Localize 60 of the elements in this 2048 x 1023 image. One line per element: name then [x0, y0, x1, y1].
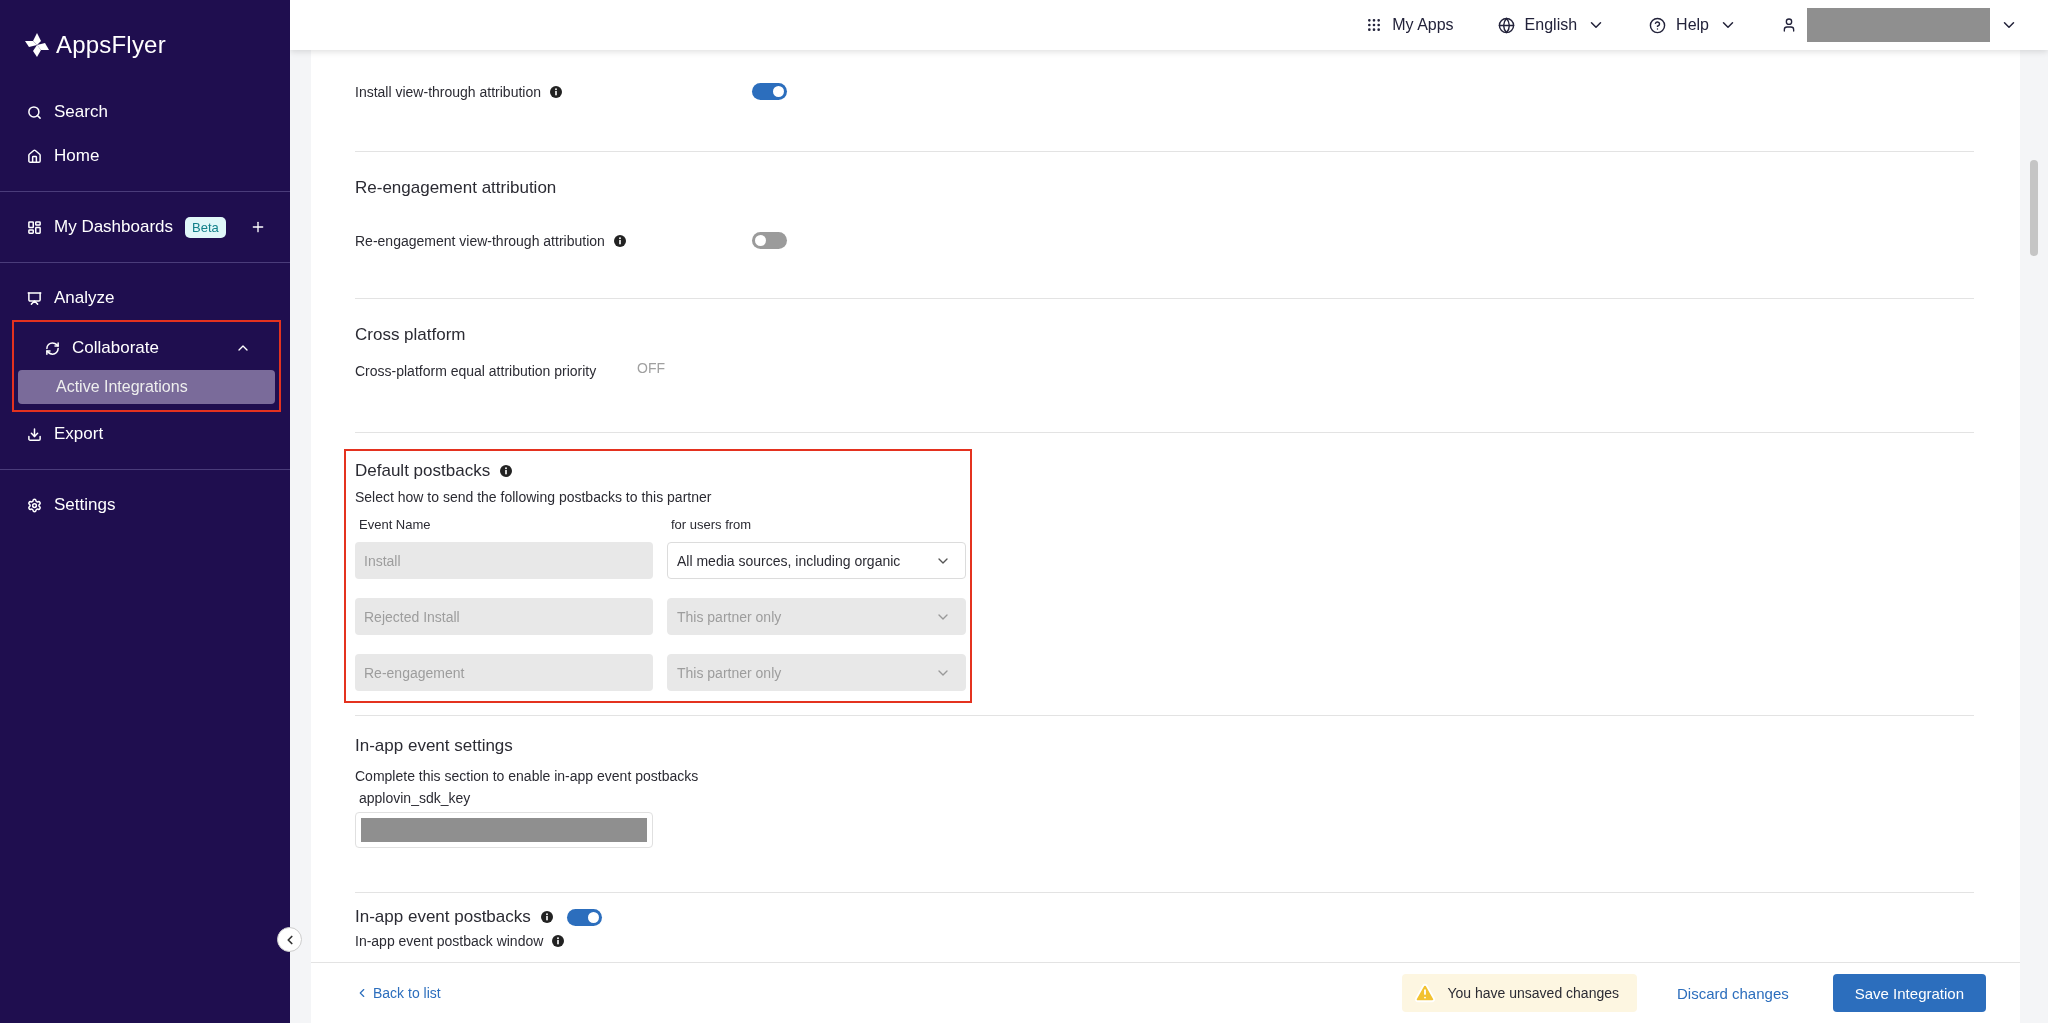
warning-text: You have unsaved changes — [1447, 985, 1619, 1001]
toggle-switch[interactable] — [752, 232, 787, 249]
discard-link[interactable]: Discard changes — [1677, 984, 1789, 1002]
event-name-field: Rejected Install — [355, 598, 653, 635]
info-icon — [552, 935, 565, 947]
my-apps-button[interactable]: My Apps — [1366, 16, 1454, 34]
setting-title: In-app event postbacks — [355, 907, 531, 927]
info-icon — [613, 234, 626, 247]
download-icon — [27, 426, 42, 442]
settings-icon — [27, 497, 42, 513]
section-title: Default postbacks — [355, 461, 491, 481]
sidebar-item[interactable]: Home — [0, 134, 290, 178]
scrollbar-thumb[interactable] — [2030, 160, 2038, 256]
sidebar-item[interactable]: Export — [0, 412, 290, 456]
sidebar-item[interactable]: My Dashboards Beta — [0, 205, 290, 249]
input-field[interactable] — [355, 812, 653, 848]
back-link[interactable]: Back to list — [355, 985, 441, 1001]
sidebar-item[interactable]: Analyze — [0, 276, 290, 320]
grid-icon — [1366, 17, 1383, 33]
grid-icon — [27, 219, 42, 235]
column-header: for users from — [670, 517, 753, 532]
setting-label: In-app event postback window — [355, 933, 544, 949]
status-value: OFF — [637, 360, 665, 376]
setting-label: Cross-platform equal attribution priority — [355, 363, 597, 379]
sidebar-item[interactable]: Search — [0, 90, 290, 134]
toggle-switch[interactable] — [752, 83, 787, 100]
event-name-field: Re-engagement — [355, 654, 653, 691]
chart-icon — [27, 290, 42, 306]
info-icon — [540, 911, 553, 923]
warning-icon — [1413, 982, 1436, 1004]
help-button[interactable]: Help — [1649, 16, 1737, 34]
toggle-switch[interactable] — [566, 908, 602, 926]
section-title: In-app event settings — [355, 736, 513, 756]
home-icon — [27, 148, 42, 164]
info-icon — [500, 465, 513, 477]
sidebar-item[interactable]: Settings — [0, 483, 290, 527]
users-from-select[interactable]: All media sources, including organic — [667, 542, 966, 579]
search-icon — [27, 104, 42, 120]
beta-badge: Beta — [185, 216, 226, 238]
setting-label: Re-engagement view-through attribution — [355, 232, 605, 249]
section-description: Select how to send the following postbacks to this partner — [355, 489, 713, 505]
section-title: Re-engagement attribution — [355, 178, 557, 198]
event-name-field: Install — [355, 542, 653, 579]
language-button[interactable]: English — [1497, 16, 1606, 34]
logo-icon — [24, 32, 50, 58]
globe-icon — [1497, 16, 1515, 34]
user-icon[interactable] — [1781, 17, 1797, 33]
section-description: Complete this section to enable in-app event postbacks — [355, 768, 700, 784]
sidebar-item[interactable]: Collaborate — [18, 326, 275, 370]
save-button[interactable]: Save Integration — [1832, 974, 1986, 1012]
sidebar-subitem[interactable]: Active Integrations — [18, 370, 275, 404]
add-icon[interactable] — [250, 219, 266, 235]
section-title: Cross platform — [355, 325, 466, 345]
field-label: applovin_sdk_key — [359, 790, 472, 806]
column-header: Event Name — [358, 517, 432, 532]
logo-text: AppsFlyer — [56, 31, 166, 59]
info-icon — [550, 85, 562, 98]
sync-icon — [45, 340, 60, 356]
help-icon — [1649, 16, 1667, 34]
setting-label: Install view-through attribution — [355, 83, 541, 100]
